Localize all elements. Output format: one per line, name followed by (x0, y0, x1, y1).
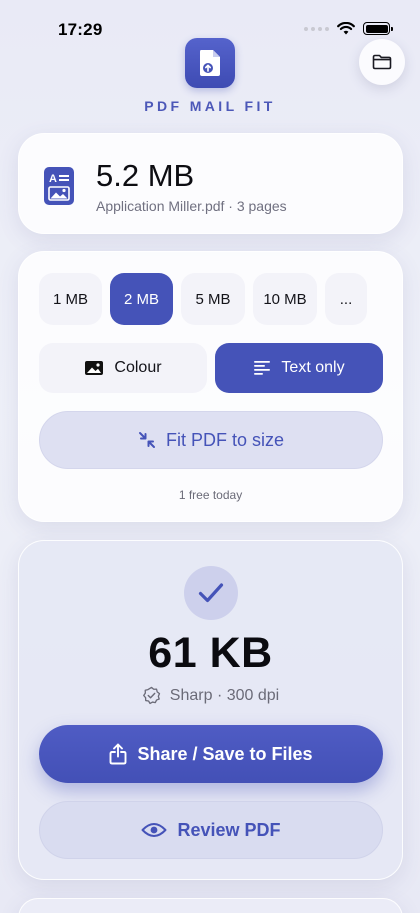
share-icon (110, 743, 127, 765)
fit-pdf-label: Fit PDF to size (165, 429, 285, 450)
mode-colour-button[interactable]: Colour (39, 343, 207, 393)
target-size-selector: 1 MB 2 MB 5 MB 10 MB ... (39, 273, 367, 325)
result-card: 61 KB Sharp · 300 dpi Share / Save to Fi… (18, 540, 403, 880)
review-pdf-label: Review PDF (177, 819, 281, 840)
quality-label: Sharp · 300 dpi (169, 686, 280, 704)
original-file-size: 5.2 MB (96, 158, 195, 193)
verified-badge-icon (142, 686, 160, 705)
document-icon: A (44, 167, 74, 205)
size-option-1mb[interactable]: 1 MB (39, 273, 102, 325)
next-card-peek (18, 898, 403, 913)
free-uses-note: 1 free today (178, 488, 243, 502)
size-option-5mb[interactable]: 5 MB (181, 273, 245, 325)
text-lines-icon (254, 361, 271, 375)
compress-arrows-icon (138, 432, 155, 448)
eye-icon (141, 823, 167, 837)
file-card[interactable]: A 5.2 MB Application Miller.pdf · 3 page… (18, 133, 403, 234)
folder-button[interactable] (359, 39, 405, 85)
share-save-label: Share / Save to Files (137, 743, 313, 764)
mode-colour-label: Colour (114, 359, 162, 376)
mode-selector: Colour Text only (39, 343, 383, 393)
result-file-size: 61 KB (148, 629, 273, 677)
svg-text:A: A (49, 173, 57, 185)
size-option-2mb[interactable]: 2 MB (110, 273, 173, 325)
status-icons (304, 22, 393, 35)
size-option-10mb[interactable]: 10 MB (253, 273, 317, 325)
quality-info: Sharp · 300 dpi (19, 686, 402, 705)
mode-text-only-label: Text only (281, 359, 345, 376)
file-meta: Application Miller.pdf · 3 pages (96, 198, 287, 214)
folder-icon (372, 54, 392, 70)
size-option-more[interactable]: ... (325, 273, 367, 325)
pdf-upload-icon (200, 50, 220, 76)
status-time: 17:29 (58, 20, 103, 39)
success-check-icon (184, 566, 238, 620)
app-logo (185, 38, 235, 88)
image-icon (85, 361, 104, 375)
app-title: PDF MAIL FIT (144, 98, 276, 114)
battery-icon (363, 22, 393, 35)
share-save-button[interactable]: Share / Save to Files (39, 725, 383, 783)
review-pdf-button[interactable]: Review PDF (39, 801, 383, 859)
fit-pdf-button[interactable]: Fit PDF to size (39, 411, 383, 469)
options-card: 1 MB 2 MB 5 MB 10 MB ... Colour Text onl… (18, 251, 403, 522)
mode-text-only-button[interactable]: Text only (215, 343, 383, 393)
wifi-icon (337, 22, 355, 35)
cellular-signal-icon (304, 26, 329, 31)
